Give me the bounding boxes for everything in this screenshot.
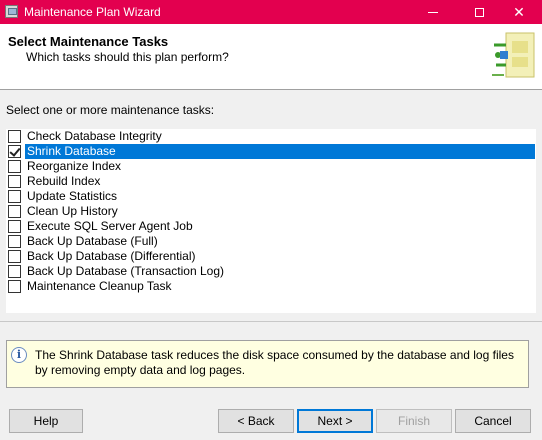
finish-button[interactable]: Finish	[376, 409, 452, 433]
task-item[interactable]: Execute SQL Server Agent Job	[6, 219, 534, 234]
help-button[interactable]: Help	[9, 409, 83, 433]
task-checkbox[interactable]	[8, 250, 21, 263]
maximize-icon	[474, 7, 484, 17]
task-checkbox[interactable]	[8, 145, 21, 158]
task-label: Check Database Integrity	[27, 129, 162, 143]
task-item[interactable]: Shrink Database	[6, 144, 535, 159]
task-checkbox[interactable]	[8, 190, 21, 203]
task-label: Back Up Database (Transaction Log)	[27, 264, 224, 278]
task-item[interactable]: Maintenance Cleanup Task	[6, 279, 534, 294]
task-checkbox[interactable]	[8, 160, 21, 173]
task-label: Execute SQL Server Agent Job	[27, 219, 193, 233]
task-item[interactable]: Back Up Database (Differential)	[6, 249, 534, 264]
task-item[interactable]: Back Up Database (Transaction Log)	[6, 264, 534, 279]
wizard-header: Select Maintenance Tasks Which tasks sho…	[0, 24, 542, 90]
minimize-button[interactable]	[410, 0, 456, 24]
close-icon: ✕	[513, 3, 525, 20]
minimize-icon	[428, 11, 438, 13]
task-description: The Shrink Database task reduces the dis…	[35, 348, 514, 377]
task-label: Reorganize Index	[27, 159, 122, 173]
task-item[interactable]: Rebuild Index	[6, 174, 534, 189]
page-subtitle: Which tasks should this plan perform?	[26, 50, 229, 64]
task-checkbox[interactable]	[8, 175, 21, 188]
close-button[interactable]: ✕	[496, 0, 542, 24]
window-title: Maintenance Plan Wizard	[24, 5, 161, 19]
task-list[interactable]: Check Database Integrity Shrink Database R…	[6, 129, 536, 313]
task-checkbox[interactable]	[8, 280, 21, 293]
next-button[interactable]: Next >	[297, 409, 373, 433]
task-label: Maintenance Cleanup Task	[27, 279, 172, 293]
back-button[interactable]: < Back	[218, 409, 294, 433]
task-label: Back Up Database (Full)	[27, 234, 158, 248]
task-label: Update Statistics	[27, 189, 118, 203]
info-icon: i	[11, 347, 27, 363]
task-label: Rebuild Index	[27, 174, 101, 188]
task-checkbox[interactable]	[8, 265, 21, 278]
page-title: Select Maintenance Tasks	[8, 34, 169, 49]
task-description-box: i The Shrink Database task reduces the d…	[6, 340, 529, 388]
tasks-label: Select one or more maintenance tasks:	[6, 103, 215, 117]
task-checkbox[interactable]	[8, 130, 21, 143]
task-item[interactable]: Check Database Integrity	[6, 129, 534, 144]
title-bar: Maintenance Plan Wizard ✕	[0, 0, 542, 24]
separator	[0, 321, 542, 322]
wizard-banner-icon	[492, 32, 535, 78]
task-item[interactable]: Reorganize Index	[6, 159, 534, 174]
task-label: Clean Up History	[27, 204, 118, 218]
task-label: Shrink Database	[25, 144, 535, 159]
task-item[interactable]: Update Statistics	[6, 189, 534, 204]
task-item[interactable]: Back Up Database (Full)	[6, 234, 534, 249]
task-label: Back Up Database (Differential)	[27, 249, 196, 263]
task-checkbox[interactable]	[8, 235, 21, 248]
task-item[interactable]: Clean Up History	[6, 204, 534, 219]
task-checkbox[interactable]	[8, 220, 21, 233]
app-icon	[5, 5, 18, 18]
task-checkbox[interactable]	[8, 205, 21, 218]
cancel-button[interactable]: Cancel	[455, 409, 531, 433]
